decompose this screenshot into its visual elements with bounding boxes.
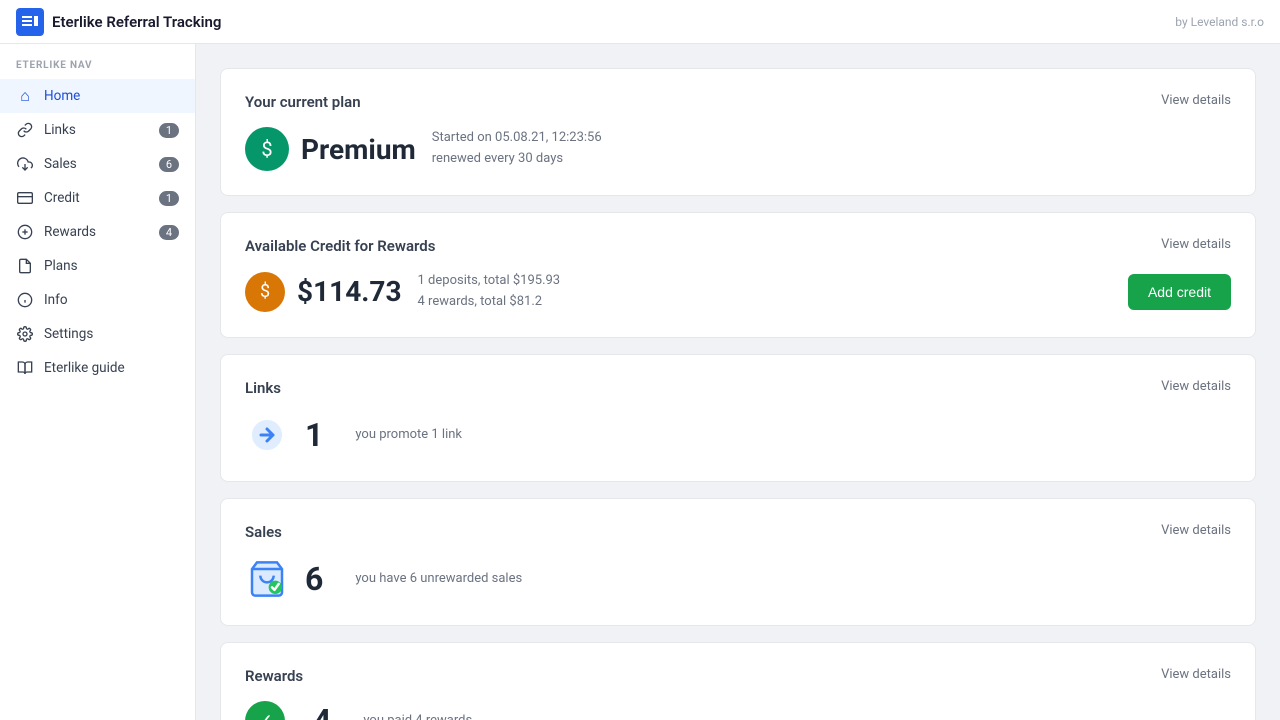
sales-stat-icon [245, 557, 289, 601]
sidebar-label-credit: Credit [44, 190, 149, 206]
links-stat-icon [245, 413, 289, 457]
sidebar-item-guide[interactable]: Eterlike guide [0, 351, 195, 385]
sidebar-label-plans: Plans [44, 258, 179, 274]
rewards-stat-content: ✓ 4 you paid 4 rewards [245, 701, 1231, 720]
plans-icon [16, 257, 34, 275]
sales-icon [16, 155, 34, 173]
add-credit-button[interactable]: Add credit [1128, 274, 1231, 310]
header-by: by Leveland s.r.o [1175, 15, 1264, 29]
sales-card-title: Sales [245, 523, 282, 541]
brand: Eterlike Referral Tracking [16, 8, 221, 36]
sidebar-label-guide: Eterlike guide [44, 360, 179, 376]
sidebar-section-label: ETERLIKE NAV [0, 60, 195, 79]
rewards-card: Rewards View details ✓ 4 you paid 4 rewa… [220, 642, 1256, 720]
rewards-desc: you paid 4 rewards [363, 713, 472, 720]
credit-info: 1 deposits, total $195.93 4 rewards, tot… [418, 271, 1128, 313]
sidebar-item-sales[interactable]: Sales 6 [0, 147, 195, 181]
sidebar-item-home[interactable]: ⌂ Home [0, 79, 195, 113]
sidebar-badge-links: 1 [159, 123, 179, 138]
plan-card: Your current plan View details $ Premium… [220, 68, 1256, 196]
plan-card-header: Your current plan View details [245, 93, 1231, 111]
sidebar-item-plans[interactable]: Plans [0, 249, 195, 283]
rewards-count: 4 [313, 702, 331, 720]
plan-name: Premium [301, 133, 416, 166]
links-card: Links View details 1 you promote 1 link [220, 354, 1256, 482]
plan-renewed: renewed every 30 days [432, 149, 602, 170]
sidebar-item-settings[interactable]: Settings [0, 317, 195, 351]
sales-count: 6 [305, 560, 323, 598]
home-icon: ⌂ [16, 87, 34, 105]
sidebar-badge-sales: 6 [159, 157, 179, 172]
links-view-details[interactable]: View details [1161, 379, 1231, 394]
rewards-view-details[interactable]: View details [1161, 667, 1231, 682]
plan-icon: $ [245, 127, 289, 171]
credit-icon [16, 189, 34, 207]
credit-card-header: Available Credit for Rewards View detail… [245, 237, 1231, 255]
credit-coin-icon: $ [245, 272, 285, 312]
sales-card-header: Sales View details [245, 523, 1231, 541]
plan-view-details[interactable]: View details [1161, 93, 1231, 108]
rewards-check-icon: ✓ [245, 701, 285, 720]
sidebar-item-links[interactable]: Links 1 [0, 113, 195, 147]
sidebar: ETERLIKE NAV ⌂ Home Links 1 Sales 6 Cred… [0, 44, 196, 720]
links-icon [16, 121, 34, 139]
settings-icon [16, 325, 34, 343]
links-stat-content: 1 you promote 1 link [245, 413, 1231, 457]
plan-started: Started on 05.08.21, 12:23:56 [432, 128, 602, 149]
credit-card-title: Available Credit for Rewards [245, 237, 435, 255]
credit-rewards-total: 4 rewards, total $81.2 [418, 292, 1128, 313]
sidebar-label-settings: Settings [44, 326, 179, 342]
rewards-icon [16, 223, 34, 241]
credit-card: Available Credit for Rewards View detail… [220, 212, 1256, 338]
credit-view-details[interactable]: View details [1161, 237, 1231, 252]
links-count: 1 [305, 416, 323, 454]
sidebar-label-sales: Sales [44, 156, 149, 172]
sidebar-badge-credit: 1 [159, 191, 179, 206]
sidebar-item-info[interactable]: Info [0, 283, 195, 317]
credit-deposits: 1 deposits, total $195.93 [418, 271, 1128, 292]
header: Eterlike Referral Tracking by Leveland s… [0, 0, 1280, 44]
sidebar-label-rewards: Rewards [44, 224, 149, 240]
brand-name: Eterlike Referral Tracking [52, 13, 221, 31]
sidebar-badge-rewards: 4 [159, 225, 179, 240]
main-content: Your current plan View details $ Premium… [196, 44, 1280, 720]
credit-amount: $114.73 [297, 275, 402, 308]
rewards-card-title: Rewards [245, 667, 303, 685]
links-card-title: Links [245, 379, 281, 397]
plan-content: $ Premium Started on 05.08.21, 12:23:56 … [245, 127, 1231, 171]
sidebar-item-credit[interactable]: Credit 1 [0, 181, 195, 215]
sales-view-details[interactable]: View details [1161, 523, 1231, 538]
sidebar-item-rewards[interactable]: Rewards 4 [0, 215, 195, 249]
links-card-header: Links View details [245, 379, 1231, 397]
credit-content: $ $114.73 1 deposits, total $195.93 4 re… [245, 271, 1231, 313]
rewards-card-header: Rewards View details [245, 667, 1231, 685]
sales-card: Sales View details 6 you have 6 unreward… [220, 498, 1256, 626]
links-desc: you promote 1 link [355, 427, 462, 442]
plan-card-title: Your current plan [245, 93, 361, 111]
logo [16, 8, 44, 36]
info-icon [16, 291, 34, 309]
sidebar-label-home: Home [44, 88, 179, 104]
sales-desc: you have 6 unrewarded sales [355, 571, 522, 586]
sales-stat-content: 6 you have 6 unrewarded sales [245, 557, 1231, 601]
plan-info: Started on 05.08.21, 12:23:56 renewed ev… [432, 128, 602, 170]
guide-icon [16, 359, 34, 377]
sidebar-label-info: Info [44, 292, 179, 308]
sidebar-label-links: Links [44, 122, 149, 138]
